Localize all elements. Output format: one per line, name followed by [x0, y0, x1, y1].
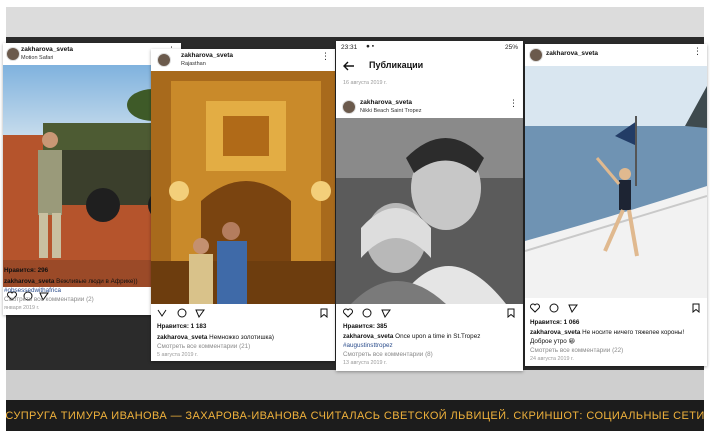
post-photo[interactable]	[336, 118, 523, 304]
post-date: 24 августа 2019 г.	[530, 356, 574, 362]
status-bar: 23:31 ● ▪ 25%	[336, 41, 523, 55]
more-options-icon[interactable]: ⋮	[693, 47, 702, 56]
post-caption: zakharova_sveta Once upon a time in St.T…	[343, 333, 480, 340]
post-header: zakharova_sveta Nikki Beach Saint Tropez…	[336, 96, 523, 118]
app-top-bar: Публикации	[336, 55, 523, 77]
post-header: zakharova_sveta ⋮	[525, 44, 707, 66]
post-caption: zakharova_sveta Немножко золотишка)	[157, 334, 274, 341]
instagram-post-yacht: zakharova_sveta ⋮ Нравится: 1 066 zakhar…	[525, 44, 707, 366]
post-caption: zakharova_sveta Не носите ничего тяжелее…	[530, 329, 684, 336]
caption-text: Once upon a time in St.Tropez	[393, 333, 481, 340]
top-date: 16 августа 2019 г.	[343, 80, 387, 86]
comment-icon[interactable]	[549, 303, 559, 313]
hashtag-link[interactable]: #obsessedwithafrica	[4, 287, 61, 294]
post-location[interactable]: Rajasthan	[181, 61, 206, 67]
post-username[interactable]: zakharova_sveta	[546, 50, 598, 57]
post-location[interactable]: Motion Safari	[21, 55, 53, 61]
caption-text: Не носите ничего тяжелее короны!	[580, 329, 685, 336]
like-icon[interactable]	[530, 303, 540, 313]
more-options-icon[interactable]: ⋮	[321, 52, 330, 61]
post-username[interactable]: zakharova_sveta	[360, 99, 412, 106]
like-icon[interactable]	[343, 308, 353, 318]
caption-username[interactable]: zakharova_sveta	[530, 329, 580, 336]
like-icon[interactable]	[157, 308, 167, 318]
caption-username[interactable]: zakharova_sveta	[157, 334, 207, 341]
avatar[interactable]	[157, 53, 171, 67]
battery-indicator: 25%	[504, 44, 518, 51]
post-photo[interactable]	[525, 66, 707, 298]
likes-count[interactable]: Нравится: 1 183	[157, 323, 206, 330]
share-icon[interactable]	[381, 308, 391, 318]
post-photo[interactable]	[151, 71, 335, 304]
top-band	[6, 7, 704, 37]
post-date: января 2019 г.	[4, 305, 40, 311]
comment-icon[interactable]	[177, 308, 187, 318]
post-location[interactable]: Nikki Beach Saint Tropez	[360, 108, 421, 114]
post-actions	[525, 303, 707, 317]
caption-text: Вежливые люди в Африке))	[54, 278, 138, 285]
post-date: 5 августа 2019 г.	[157, 352, 198, 358]
share-icon[interactable]	[568, 303, 578, 313]
instagram-post-rajasthan: zakharova_sveta Rajasthan ⋮ Нравится: 1 …	[151, 49, 335, 361]
avatar[interactable]	[342, 100, 356, 114]
screenshot-frame: zakharova_sveta Motion Safari ⋮	[0, 0, 710, 437]
page-title: Публикации	[369, 60, 424, 70]
instagram-post-sttropez: 23:31 ● ▪ 25% Публикации 16 августа 2019…	[336, 41, 523, 371]
bookmark-icon[interactable]	[691, 303, 701, 313]
lower-band	[6, 370, 704, 400]
bookmark-icon[interactable]	[319, 308, 329, 318]
status-time: 23:31	[341, 44, 358, 51]
more-options-icon[interactable]: ⋮	[509, 99, 518, 108]
view-comments-link[interactable]: Смотреть все комментарии (21)	[157, 343, 250, 350]
caption-username[interactable]: zakharova_sveta	[4, 278, 54, 285]
comment-icon[interactable]	[362, 308, 372, 318]
yacht-photo-icon	[525, 66, 707, 298]
caption-text-second-line: Доброе утро 😀	[530, 338, 576, 345]
palace-photo-icon	[151, 71, 335, 304]
hashtag-link[interactable]: #augustinsttropez	[343, 342, 393, 349]
view-comments-link[interactable]: Смотреть все комментарии (22)	[530, 347, 623, 354]
post-header: zakharova_sveta Rajasthan ⋮	[151, 49, 335, 71]
post-caption: zakharova_sveta Вежливые люди в Африке))	[4, 278, 138, 285]
likes-count[interactable]: Нравится: 1 066	[530, 319, 579, 326]
post-username[interactable]: zakharova_sveta	[181, 52, 233, 59]
post-actions	[336, 308, 523, 322]
avatar[interactable]	[529, 48, 543, 62]
view-comments-link[interactable]: Смотреть все комментарии (2)	[4, 296, 94, 303]
bookmark-icon[interactable]	[506, 308, 516, 318]
post-date: 13 августа 2019 г.	[343, 360, 387, 366]
signal-icon: ● ▪	[366, 43, 375, 50]
view-comments-link[interactable]: Смотреть все комментарии (8)	[343, 351, 433, 358]
post-actions	[151, 308, 335, 322]
caption-text: Немножко золотишка)	[207, 334, 274, 341]
likes-count[interactable]: Нравится: 296	[4, 267, 48, 274]
caption-username[interactable]: zakharova_sveta	[343, 333, 393, 340]
back-arrow-icon[interactable]	[343, 61, 355, 71]
share-icon[interactable]	[195, 308, 205, 318]
couple-photo-icon	[336, 118, 523, 304]
likes-count[interactable]: Нравится: 385	[343, 323, 387, 330]
avatar[interactable]	[6, 47, 20, 61]
photo-caption: Супруга Тимура Иванова — Захарова-Иванов…	[5, 400, 704, 431]
post-username[interactable]: zakharova_sveta	[21, 46, 73, 53]
